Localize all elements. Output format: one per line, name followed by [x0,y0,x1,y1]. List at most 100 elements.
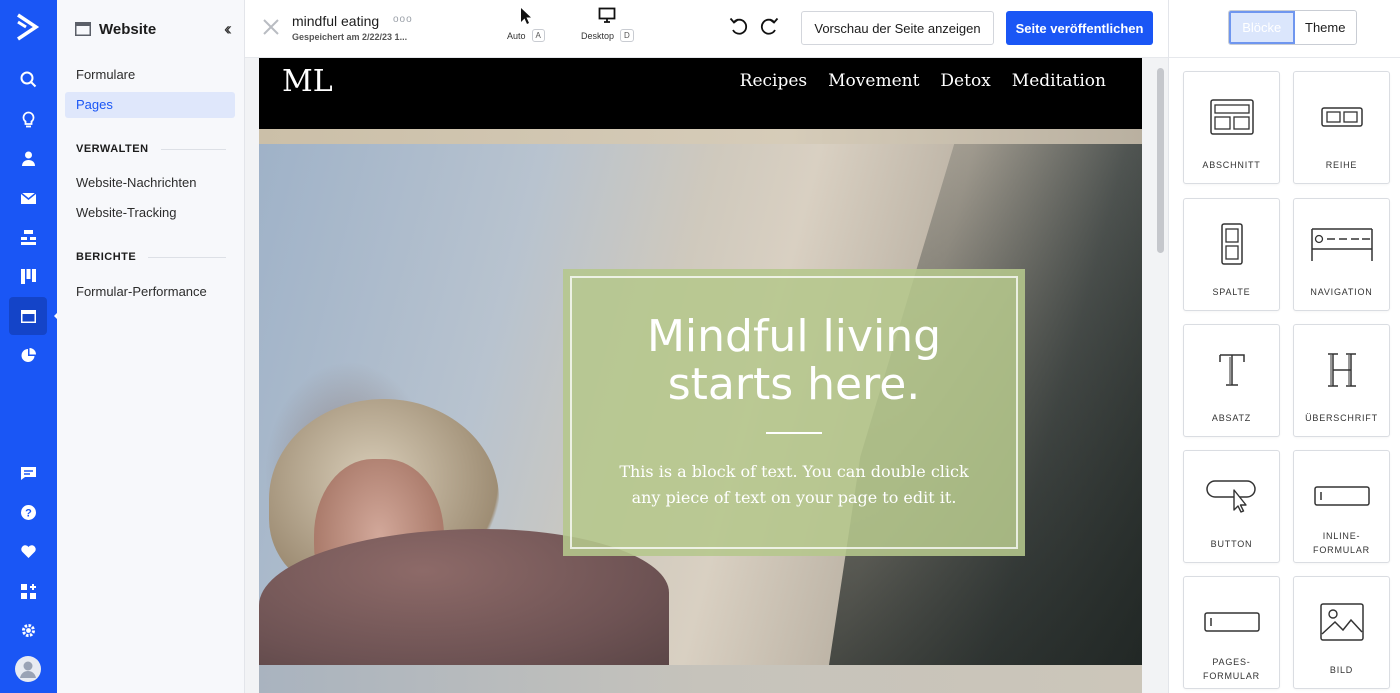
site-logo[interactable]: ML [282,64,333,99]
block-label: NAVIGATION [1310,287,1373,297]
preview-page-button[interactable]: Vorschau der Seite anzeigen [801,11,994,45]
paragraph-icon [1218,354,1245,386]
block-label: REIHE [1325,160,1358,170]
image-icon [1319,603,1364,641]
mode-auto-label: Auto [507,30,526,41]
block-label: SPALTE [1212,287,1251,297]
tab-theme[interactable]: Theme [1295,11,1357,44]
block-inline-formular[interactable]: INLINE-FORMULAR [1293,450,1390,563]
block-label: ABSATZ [1211,413,1252,423]
help-icon[interactable]: ? [9,493,47,531]
heading-icon [1327,353,1356,387]
hero-heading-line-2: starts here. [667,359,921,410]
blocks-panel: Blöcke Theme ABSCHNITT REIHE SPALTE NAVI… [1168,0,1400,693]
avatar[interactable] [9,650,47,688]
block-label: PAGES-FORMULAR [1203,657,1260,681]
more-options-icon[interactable]: ooo [393,14,413,25]
hero-top-strip [259,129,1142,144]
site-navigation[interactable]: ML Recipes Movement Detox Meditation [259,58,1142,129]
canvas-scrollbar[interactable] [1157,68,1164,253]
sidebar-header: Website ‹‹ [75,18,232,40]
site-menu: Recipes Movement Detox Meditation [740,71,1106,91]
user-icon[interactable] [9,139,47,177]
search-icon[interactable] [9,60,47,98]
block-reihe[interactable]: REIHE [1293,71,1390,184]
block-ueberschrift[interactable]: ÜBERSCHRIFT [1293,324,1390,437]
sidebar-title: Website [99,20,157,38]
mode-desktop-label: Desktop [581,30,615,41]
close-icon[interactable] [261,17,281,37]
website-sidebar: Website ‹‹ Formulare Pages VERWALTEN Web… [57,0,245,693]
mode-desktop[interactable]: Desktop D [581,7,634,42]
redo-icon[interactable] [758,15,780,37]
brand-logo-icon[interactable] [14,12,42,42]
publish-page-button[interactable]: Seite veröffentlichen [1006,11,1153,45]
hero-text-card[interactable]: Mindful living starts here. This is a bl… [563,269,1025,556]
block-pages-formular[interactable]: PAGES-FORMULAR [1183,576,1280,689]
column-icon [1220,223,1243,265]
lightbulb-icon[interactable] [9,100,47,138]
desktop-icon [599,7,616,23]
editor-toolbar: mindful eating ooo Gespeichert am 2/22/2… [245,0,1168,58]
sidebar-item-website-tracking[interactable]: Website-Tracking [65,200,235,226]
block-navigation[interactable]: NAVIGATION [1293,198,1390,311]
website-icon[interactable] [9,297,47,335]
landing-page-preview[interactable]: ML Recipes Movement Detox Meditation Min… [259,58,1142,693]
mail-icon[interactable] [9,179,47,217]
page-title[interactable]: mindful eating [292,13,379,29]
saved-status: Gespeichert am 2/22/23 1... [292,32,408,42]
hero-divider [766,432,822,434]
navigation-icon [1310,228,1373,261]
undo-icon[interactable] [728,15,750,37]
editor-canvas: ML Recipes Movement Detox Meditation Min… [245,58,1168,693]
cursor-icon [520,8,531,24]
button-icon [1205,480,1256,513]
block-absatz[interactable]: ABSATZ [1183,324,1280,437]
hero-paragraph[interactable]: This is a block of text. You can double … [603,459,985,511]
tab-blocks[interactable]: Blöcke [1229,11,1295,44]
sitemap-icon[interactable] [9,218,47,256]
block-label: ABSCHNITT [1202,160,1261,170]
block-label: BILD [1329,665,1354,675]
site-menu-meditation[interactable]: Meditation [1012,71,1106,91]
section-icon [1209,99,1254,135]
mode-desktop-shortcut: D [620,29,634,42]
panel-divider [1169,57,1400,58]
website-icon [75,22,91,36]
pie-chart-icon[interactable] [9,336,47,374]
chat-icon[interactable] [9,454,47,492]
collapse-sidebar-icon[interactable]: ‹‹ [224,19,232,40]
heart-icon[interactable] [9,532,47,570]
sidebar-item-formulare[interactable]: Formulare [65,62,235,88]
block-label: ÜBERSCHRIFT [1305,413,1378,423]
section-verwalten: VERWALTEN [76,143,226,155]
sidebar-item-formular-performance[interactable]: Formular-Performance [65,279,235,305]
site-menu-movement[interactable]: Movement [828,71,919,91]
block-bild[interactable]: BILD [1293,576,1390,689]
panel-tabs: Blöcke Theme [1228,10,1357,45]
mode-auto[interactable]: Auto A [507,7,545,42]
block-abschnitt[interactable]: ABSCHNITT [1183,71,1280,184]
sidebar-item-website-nachrichten[interactable]: Website-Nachrichten [65,170,235,196]
site-menu-recipes[interactable]: Recipes [740,71,808,91]
svg-text:?: ? [25,507,32,519]
block-label: INLINE-FORMULAR [1313,531,1370,555]
mode-auto-shortcut: A [531,29,545,42]
app-rail: ? [0,0,57,693]
kanban-icon[interactable] [9,257,47,295]
section-berichte: BERICHTE [76,251,226,263]
block-button[interactable]: BUTTON [1183,450,1280,563]
next-section-preview[interactable] [259,665,1142,693]
hero-heading-line-1: Mindful living [646,311,942,362]
pages-form-icon [1203,612,1260,632]
block-spalte[interactable]: SPALTE [1183,198,1280,311]
row-icon [1320,107,1363,127]
hero-section[interactable]: Mindful living starts here. This is a bl… [259,129,1142,665]
site-menu-detox[interactable]: Detox [940,71,990,91]
sidebar-item-pages[interactable]: Pages [65,92,235,118]
inline-form-icon [1313,486,1370,506]
hero-heading[interactable]: Mindful living starts here. [563,313,1025,409]
block-label: BUTTON [1210,539,1253,549]
gear-icon[interactable] [9,611,47,649]
apps-icon[interactable] [9,572,47,610]
